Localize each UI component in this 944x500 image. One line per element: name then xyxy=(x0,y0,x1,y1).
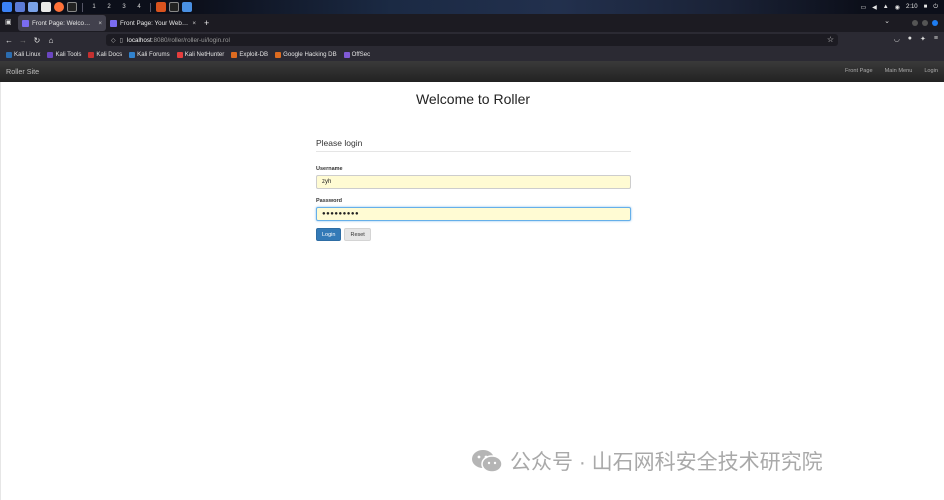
kali-icon xyxy=(6,51,12,58)
close-window-button[interactable] xyxy=(932,20,938,26)
url-path: :8080/roller/roller-ui/login.rol xyxy=(151,36,230,44)
form-legend: Please login xyxy=(316,138,631,152)
nav-link-login[interactable]: Login xyxy=(924,68,938,74)
bookmark-kali-linux[interactable]: Kali Linux xyxy=(6,51,40,58)
display-icon[interactable]: ▭ xyxy=(860,4,866,11)
new-tab-button[interactable]: + xyxy=(204,18,209,28)
network-icon[interactable]: ◉ xyxy=(895,4,900,11)
bookmark-label: Kali Forums xyxy=(137,51,170,58)
browser-navigation-bar: ← → ↻ ⌂ ◇ ▯ localhost:8080/roller/roller… xyxy=(0,32,944,48)
bookmark-label: Kali Tools xyxy=(55,51,82,58)
bookmark-exploit-db[interactable]: Exploit-DB xyxy=(231,51,268,58)
username-label: Username xyxy=(316,166,343,172)
password-field[interactable]: ●●●●●●●●● xyxy=(316,207,631,221)
extensions-icon[interactable]: ✦ xyxy=(920,35,926,43)
password-label: Password xyxy=(316,198,342,204)
page-title: Welcome to Roller xyxy=(415,91,531,107)
folder-icon[interactable] xyxy=(28,2,38,12)
bookmark-kali-nethunter[interactable]: Kali NetHunter xyxy=(176,51,225,58)
bookmarks-bar: Kali Linux Kali Tools Kali Docs Kali For… xyxy=(0,48,944,61)
back-arrow-icon[interactable]: ← xyxy=(2,36,16,45)
site-navbar: Roller Site Front Page Main Menu Login xyxy=(0,61,944,82)
notification-bell-icon[interactable]: ▲ xyxy=(883,4,889,10)
bookmark-kali-tools[interactable]: Kali Tools xyxy=(47,51,81,58)
workspace-1[interactable]: 1 xyxy=(88,4,100,10)
url-bar[interactable]: ◇ ▯ localhost:8080/roller/roller-ui/logi… xyxy=(106,34,838,46)
offsec-icon xyxy=(343,51,350,58)
bookmark-label: OffSec xyxy=(351,51,371,58)
bookmark-star-icon[interactable]: ☆ xyxy=(827,35,834,44)
kali-forums-icon xyxy=(129,51,136,58)
tab-close-icon[interactable]: × xyxy=(98,20,102,27)
page-info-icon[interactable]: ▯ xyxy=(120,37,123,44)
workspace-3[interactable]: 3 xyxy=(118,4,130,10)
site-brand[interactable]: Roller Site xyxy=(6,67,39,76)
bookmark-label: Kali NetHunter xyxy=(184,51,225,58)
files-window-icon[interactable] xyxy=(182,2,192,12)
pocket-icon[interactable]: ◡ xyxy=(894,35,900,43)
tab-close-icon[interactable]: × xyxy=(192,20,196,27)
bookmark-kali-docs[interactable]: Kali Docs xyxy=(88,51,122,58)
menu-icon[interactable]: ≡ xyxy=(934,35,938,43)
list-all-tabs-icon[interactable]: ⌄ xyxy=(884,17,890,25)
volume-icon[interactable]: ◀ xyxy=(872,4,877,11)
terminal-window-icon[interactable] xyxy=(169,2,179,12)
nethunter-icon xyxy=(176,51,183,58)
text-editor-icon[interactable] xyxy=(41,2,51,12)
bookmark-offsec[interactable]: OffSec xyxy=(343,51,371,58)
firefox-icon[interactable] xyxy=(54,2,64,12)
power-icon[interactable]: ⏻ xyxy=(933,4,938,11)
reload-icon[interactable]: ↻ xyxy=(30,36,44,45)
nav-link-main-menu[interactable]: Main Menu xyxy=(885,68,913,74)
lock-icon[interactable]: ■ xyxy=(924,4,928,10)
username-field[interactable]: zyh xyxy=(316,175,631,189)
roller-favicon-icon xyxy=(110,19,117,27)
bookmark-label: Kali Docs xyxy=(96,51,123,58)
login-button[interactable]: Login xyxy=(316,228,342,241)
kali-docs-icon xyxy=(88,51,95,58)
watermark: 公众号 · 山石网科安全技术研究院 xyxy=(470,446,823,476)
kali-tools-icon xyxy=(47,51,54,58)
home-icon[interactable]: ⌂ xyxy=(44,36,58,45)
taskbar-separator xyxy=(82,2,83,12)
shield-icon[interactable]: ◇ xyxy=(111,37,116,44)
login-form: Please login Username zyh Password ●●●●●… xyxy=(316,138,631,241)
clock[interactable]: 2:10 xyxy=(906,4,918,10)
tab-front-page-weblog[interactable]: Front Page: Your Weblog × xyxy=(106,15,200,31)
window-icon[interactable] xyxy=(15,2,25,12)
bookmark-kali-forums[interactable]: Kali Forums xyxy=(129,51,170,58)
tab-front-page-welcome[interactable]: Front Page: Welcome to R × xyxy=(18,15,106,31)
wechat-logo-icon xyxy=(472,450,503,473)
roller-favicon-icon xyxy=(22,19,29,27)
workspace-2[interactable]: 2 xyxy=(103,4,115,10)
exploit-db-icon xyxy=(231,51,238,58)
workspace-4[interactable]: 4 xyxy=(133,4,145,10)
browser-tab-strip: ▣ Front Page: Welcome to R × Front Page:… xyxy=(0,14,944,32)
bookmark-label: Google Hacking DB xyxy=(283,51,337,58)
forward-arrow-icon[interactable]: → xyxy=(16,36,30,45)
bookmark-google-hacking-db[interactable]: Google Hacking DB xyxy=(275,51,337,58)
nav-link-front-page[interactable]: Front Page xyxy=(845,68,873,74)
taskbar-wallpaper-strip xyxy=(192,0,861,14)
terminal-icon[interactable] xyxy=(67,2,77,12)
tab-title: Front Page: Welcome to R xyxy=(32,19,95,27)
watermark-text: 公众号 · 山石网科安全技术研究院 xyxy=(510,451,823,474)
ghdb-icon xyxy=(275,51,282,58)
burp-icon[interactable] xyxy=(156,2,166,12)
reset-button[interactable]: Reset xyxy=(344,228,371,241)
page-content: Welcome to Roller Please login Username … xyxy=(0,82,944,500)
bookmark-label: Exploit-DB xyxy=(239,51,269,58)
account-icon[interactable]: ● xyxy=(908,35,912,43)
taskbar-separator xyxy=(150,2,151,12)
url-host: localhost xyxy=(126,36,152,44)
kali-menu-icon[interactable] xyxy=(2,2,12,12)
minimize-window-button[interactable] xyxy=(912,20,918,26)
maximize-window-button[interactable] xyxy=(922,20,928,26)
tab-title: Front Page: Your Weblog xyxy=(120,19,190,27)
os-taskbar: 1 2 3 4 ▭ ◀ ▲ ◉ 2:10 ■ ⏻ xyxy=(0,0,944,14)
firefox-view-icon[interactable]: ▣ xyxy=(5,18,12,26)
bookmark-label: Kali Linux xyxy=(14,51,41,58)
